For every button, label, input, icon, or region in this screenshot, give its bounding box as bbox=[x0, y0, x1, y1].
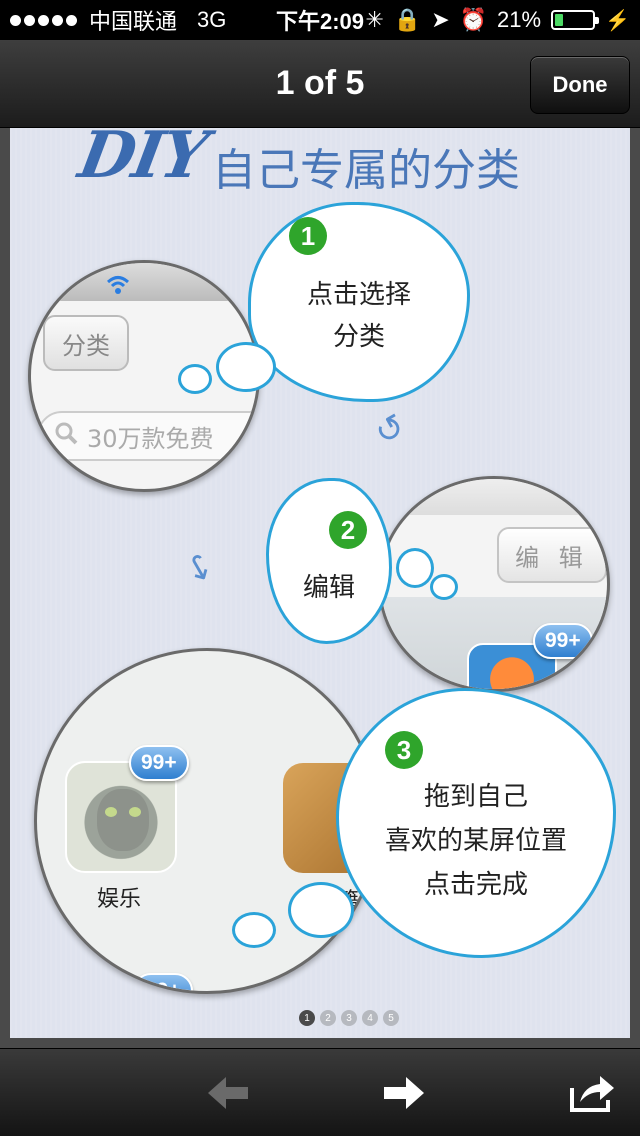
cloud-puff bbox=[288, 882, 354, 938]
magnifier-step3: 99+ 娱乐 籍 99+ bbox=[34, 648, 380, 994]
diy-logo: DIY bbox=[73, 128, 212, 193]
cat-face bbox=[97, 789, 149, 851]
battery-icon bbox=[551, 10, 600, 30]
signal-icon bbox=[10, 14, 77, 26]
battery-percent: 21% bbox=[497, 7, 542, 32]
charging-icon: ⚡ bbox=[605, 9, 630, 32]
edit-button[interactable]: 编 辑 bbox=[497, 527, 607, 583]
page-title: 1 of 5 bbox=[275, 64, 365, 102]
page-indicator[interactable]: 12345 bbox=[299, 1010, 399, 1026]
doodle-arrow-icon: ↪ bbox=[173, 545, 223, 591]
cloud-puff bbox=[430, 574, 458, 600]
navigation-bar: 1 of 5 Done bbox=[0, 40, 640, 128]
app-label-entertainment: 娱乐 bbox=[97, 887, 142, 912]
page-dot[interactable]: 5 bbox=[383, 1010, 399, 1026]
page-dot[interactable]: 1 bbox=[299, 1010, 315, 1026]
doodle-arrow-icon: ↺ bbox=[367, 405, 413, 455]
status-strip bbox=[381, 479, 607, 515]
status-right: ✳ 🔒 ➤ ⏰ 21% ⚡ bbox=[365, 7, 630, 33]
cat-eye bbox=[129, 807, 141, 817]
app-badge: 99+ bbox=[533, 623, 593, 659]
search-input[interactable]: 30万款免费 bbox=[37, 411, 257, 461]
cloud-puff bbox=[396, 548, 434, 588]
app-badge: 99+ bbox=[129, 745, 189, 781]
step1-number-badge: 1 bbox=[289, 217, 327, 255]
step3-line1: 拖到自己 bbox=[423, 782, 528, 812]
cloud-puff bbox=[216, 342, 276, 392]
step2-number-badge: 2 bbox=[329, 511, 367, 549]
search-icon bbox=[53, 420, 79, 452]
done-button[interactable]: Done bbox=[530, 56, 630, 114]
page-dot[interactable]: 3 bbox=[341, 1010, 357, 1026]
callout-step3: 3 拖到自己 喜欢的某屏位置 点击完成 bbox=[336, 688, 616, 958]
step1-line2: 分类 bbox=[332, 322, 385, 352]
step1-line1: 点击选择 bbox=[306, 280, 411, 310]
alarm-icon: ⏰ bbox=[459, 7, 488, 32]
page-dot[interactable]: 2 bbox=[320, 1010, 336, 1026]
step3-number-badge: 3 bbox=[385, 731, 423, 769]
status-partial-text: d bbox=[55, 269, 69, 294]
app-badge: 99+ bbox=[133, 973, 193, 991]
wifi-icon bbox=[105, 273, 131, 301]
step2-text: 编辑 bbox=[302, 572, 355, 603]
callout-step2: 2 编辑 bbox=[266, 478, 392, 644]
step3-line2: 喜欢的某屏位置 bbox=[384, 826, 567, 856]
activity-icon: ✳ bbox=[365, 7, 384, 32]
carrier-name: 中国联通 bbox=[89, 9, 178, 34]
cloud-puff bbox=[232, 912, 276, 948]
battery-level bbox=[555, 14, 563, 26]
tutorial-card[interactable]: DIY 自己专属的分类 d 分类 30万款免费 1 点击选择 分类 ↺ 编 辑 … bbox=[10, 128, 630, 1038]
cat-eye bbox=[105, 807, 117, 817]
tutorial-heading: 自己专属的分类 bbox=[212, 145, 520, 196]
rotation-lock-icon: 🔒 bbox=[393, 7, 422, 32]
network-type: 3G bbox=[197, 7, 227, 32]
location-icon: ➤ bbox=[431, 7, 450, 32]
arrow-left-icon[interactable] bbox=[200, 1069, 256, 1117]
category-button[interactable]: 分类 bbox=[43, 315, 129, 371]
share-icon[interactable] bbox=[564, 1069, 620, 1117]
arrow-right-icon[interactable] bbox=[376, 1069, 432, 1117]
search-placeholder: 30万款免费 bbox=[87, 424, 214, 453]
bottom-toolbar bbox=[0, 1048, 640, 1136]
step3-line3: 点击完成 bbox=[423, 870, 528, 900]
page-dot[interactable]: 4 bbox=[362, 1010, 378, 1026]
status-bar: 中国联通 3G 下午2:09 ✳ 🔒 ➤ ⏰ 21% ⚡ bbox=[0, 0, 640, 40]
callout-step1: 1 点击选择 分类 bbox=[248, 202, 470, 402]
cloud-puff bbox=[178, 364, 212, 394]
status-left: 中国联通 3G bbox=[10, 4, 226, 36]
content-area: DIY 自己专属的分类 d 分类 30万款免费 1 点击选择 分类 ↺ 编 辑 … bbox=[0, 128, 640, 1048]
